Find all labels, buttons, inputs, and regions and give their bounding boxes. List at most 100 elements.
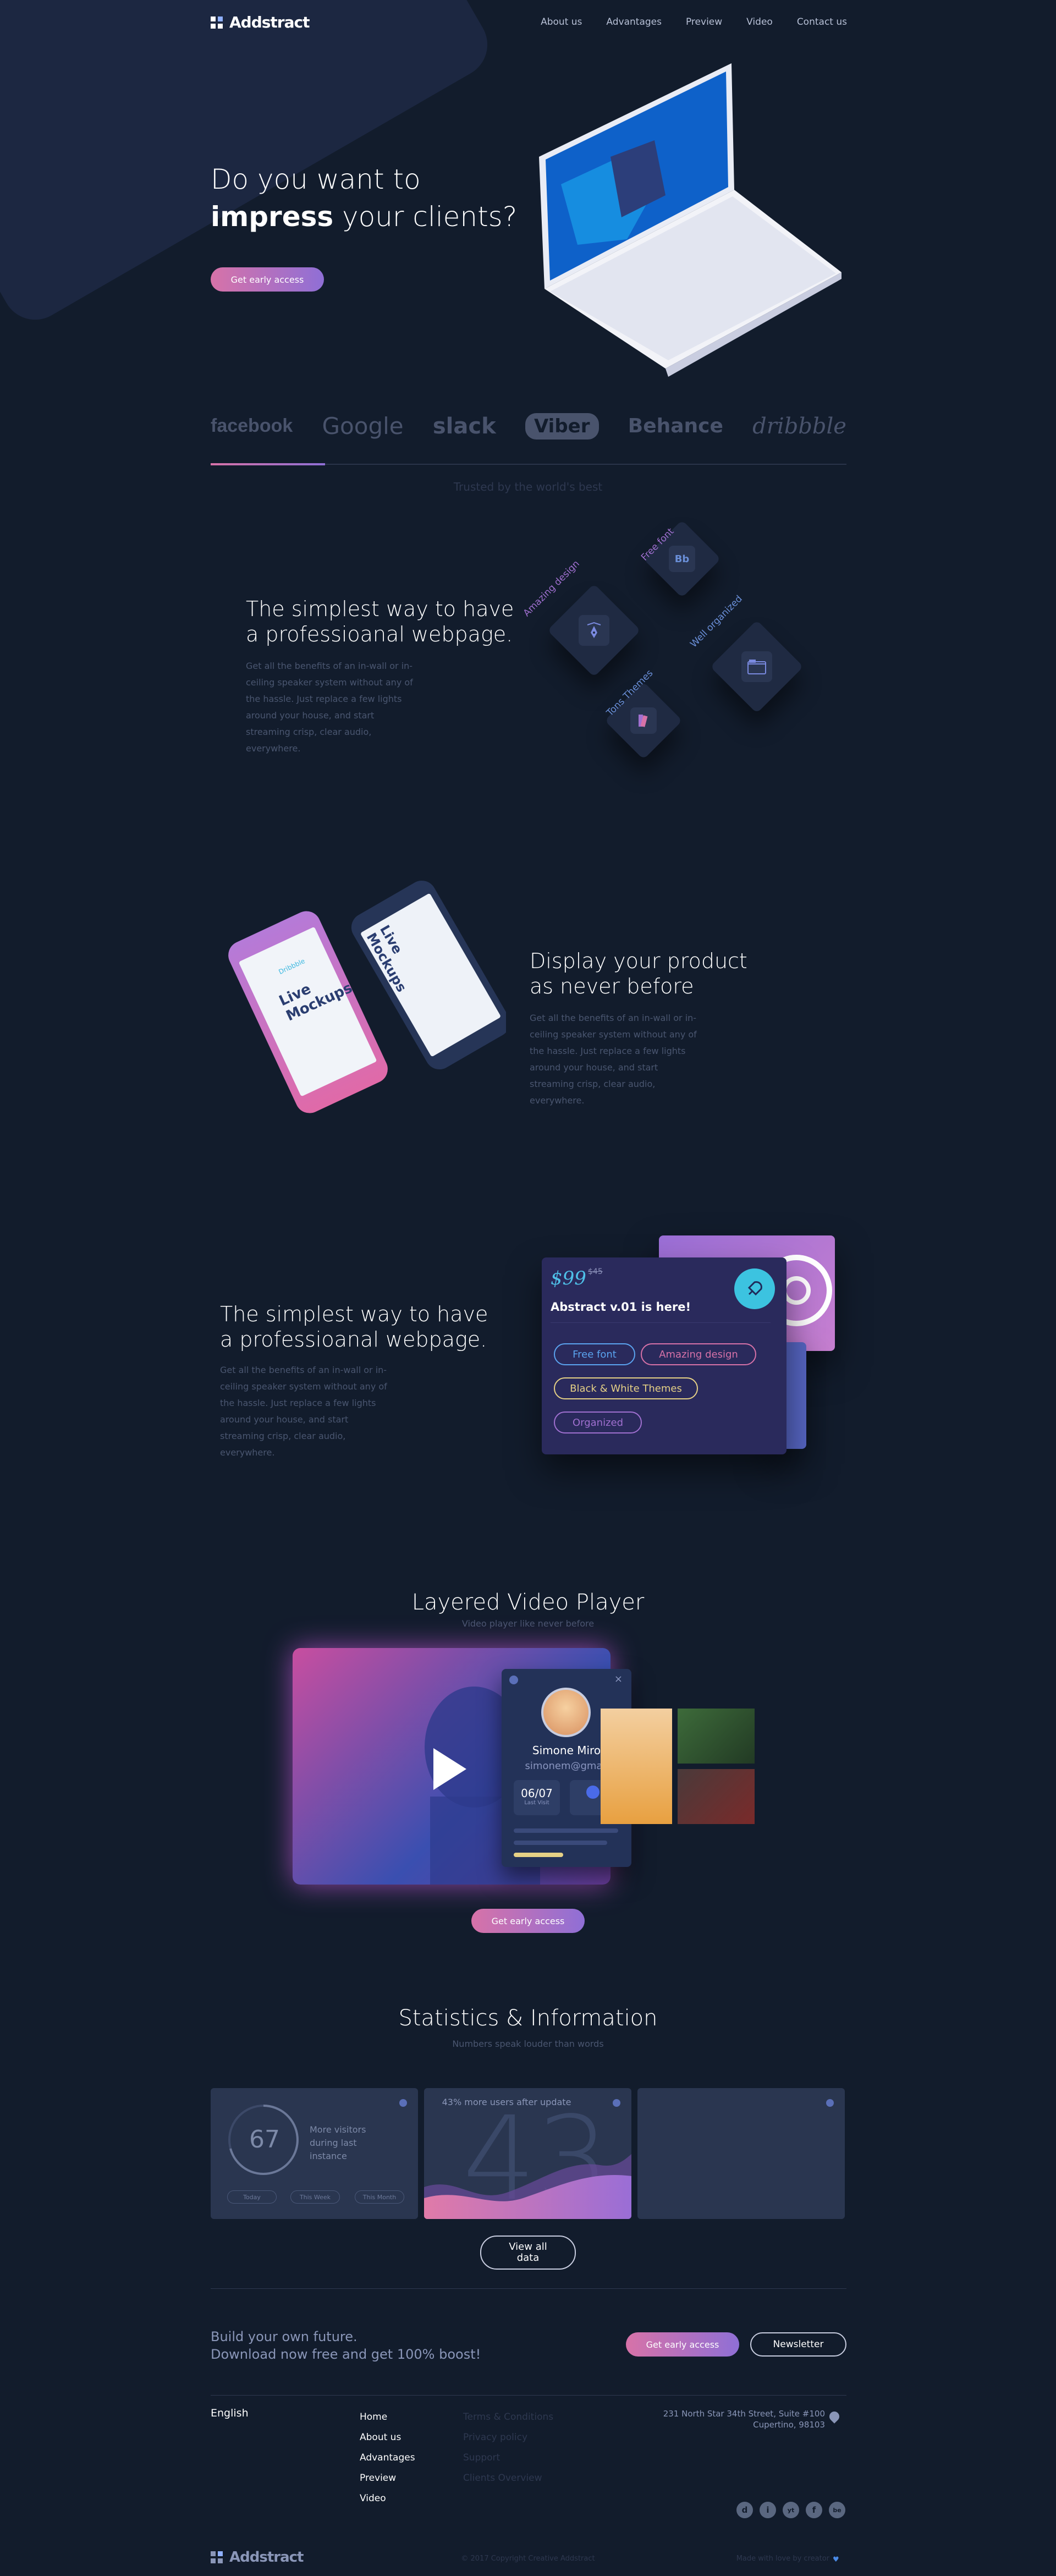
close-icon[interactable]: × [614,1673,623,1685]
users-wave-chart [424,2154,631,2219]
stat-card-dot [399,2099,407,2107]
language-selector[interactable]: English [211,2407,249,2419]
diamond-free-font: Bb [643,520,721,598]
phones-illustration [228,880,506,1113]
footer-link-video[interactable]: Video [360,2489,415,2509]
view-all-data-label: View all data [509,2241,547,2264]
facebook-icon[interactable]: f [806,2502,822,2518]
feature1-title: The simplest way to have a professioanal… [246,597,514,646]
nav-video[interactable]: Video [746,17,773,28]
gallery-photo-1[interactable] [601,1709,672,1824]
video-cta-button[interactable]: Get early access [471,1909,585,1933]
activity-line-2 [514,1841,607,1845]
feature1-text: Get all the benefits of an in-wall or in… [246,661,413,754]
hero-title-line1: Do you want to [211,163,421,195]
logo-mark-icon [211,16,223,29]
address-line2: Cupertino, 98103 [753,2420,825,2430]
heart-icon: ♥ [833,2556,839,2564]
stat-card-empty [637,2088,845,2219]
panel-divider [551,1322,771,1323]
visitors-number: 67 [249,2125,280,2154]
brand-slack: slack [432,413,496,439]
footer-link-advantages[interactable]: Advantages [360,2448,415,2468]
footer-links: Home About us Advantages Preview Video [360,2407,415,2509]
chip-amazing-design[interactable]: Amazing design [641,1343,756,1365]
footer-link-about[interactable]: About us [360,2427,415,2448]
date-value: 06/07 [521,1787,553,1800]
nav-about[interactable]: About us [541,17,582,28]
hero-cta-button[interactable]: Get early access [211,267,324,292]
stat-card-visitors: 67 More visitors during last instance To… [211,2088,418,2219]
nav-preview[interactable]: Preview [686,17,722,28]
footer-link-privacy[interactable]: Privacy policy [463,2427,553,2448]
play-icon[interactable] [433,1748,466,1790]
footer-link-support[interactable]: Support [463,2448,553,2468]
video-subtitle: Video player like never before [461,1618,595,1629]
video-title: Layered Video Player [411,1590,645,1615]
activity-line-1 [514,1828,618,1833]
tag-this-week[interactable]: This Week [290,2190,340,2204]
stat-card-users: 43% more users after update 43 [424,2088,631,2219]
hero-title-line2: impress your clients? [211,198,517,235]
newsletter-button[interactable]: Newsletter [750,2332,846,2357]
feature2-text: Get all the benefits of an in-wall or in… [530,1013,697,1106]
swatch-icon [630,707,657,734]
cta-text: Build your own future. Download now free… [211,2328,481,2363]
trusted-caption: Trusted by the world's best [453,480,603,493]
visitors-text: More visitors during last instance [310,2124,366,2161]
cta-get-access-button[interactable]: Get early access [626,2332,739,2357]
stats-title: Statistics & Information [398,2006,658,2031]
folder-icon [741,651,772,682]
hero-title-bold: impress [211,201,334,233]
address-line1: 231 North Star 34th Street, Suite #100 [663,2409,825,2419]
activity-line-3 [514,1853,563,1857]
logo[interactable]: Addstract [211,13,310,31]
brand-facebook: facebook [211,415,293,436]
panel-title: Abstract v.01 is here! [551,1300,691,1314]
tag-today[interactable]: Today [227,2190,277,2204]
youtube-icon[interactable]: yt [783,2502,799,2518]
main-nav: About us Advantages Preview Video Contac… [541,17,847,28]
brand-dribbble: dribbble [752,413,846,439]
price: $99 [551,1267,586,1289]
chip-free-font[interactable]: Free font [554,1343,635,1365]
pen-tool-icon [579,615,609,646]
behance-icon[interactable]: be [829,2502,845,2518]
footer-address: 231 North Star 34th Street, Suite #100 C… [663,2408,825,2430]
logo-text: Addstract [229,13,310,31]
cta-divider-top [211,2288,846,2289]
price-old: $45 [588,1267,603,1276]
nav-contact[interactable]: Contact us [797,17,847,28]
hero-title-rest: your clients? [333,201,518,233]
cta-line2: Download now free and get 100% boost! [211,2347,481,2362]
rocket-icon[interactable] [734,1268,775,1309]
brand-logos: facebook Google slack Viber Behance drib… [211,413,846,440]
gallery-photo-2[interactable] [678,1709,755,1764]
diamond-amazing-design [547,584,641,677]
gallery-photo-3[interactable] [678,1769,755,1824]
location-pin-icon [827,2409,842,2424]
view-all-data-button[interactable]: View all data [480,2236,576,2270]
brand-viber: Viber [525,413,599,440]
cta-divider-bottom [211,2395,846,2396]
footer-link-clients[interactable]: Clients Overview [463,2468,553,2489]
footer-link-preview[interactable]: Preview [360,2468,415,2489]
date-box: 06/07 Last Visit [514,1780,560,1815]
chip-black-white-themes[interactable]: Black & White Themes [554,1377,698,1399]
brand-behance: Behance [628,415,723,437]
instagram-icon[interactable]: i [760,2502,776,2518]
product-panel: $99 $45 Abstract v.01 is here! Free font… [542,1257,787,1454]
made-with-love: Made with love by creator [736,2555,829,2563]
feature3-title: The simplest way to have a professioanal… [220,1302,488,1352]
chip-organized[interactable]: Organized [554,1411,642,1433]
footer-link-terms[interactable]: Terms & Conditions [463,2407,553,2427]
feature2-title: Display your product as never before [530,949,747,998]
tag-this-month[interactable]: This Month [355,2190,404,2204]
footer-link-home[interactable]: Home [360,2407,415,2427]
copyright: © 2017 Copyright Creative Addstract [461,2555,595,2563]
dribbble-icon[interactable]: d [736,2502,753,2518]
stat-card-dot [826,2099,834,2107]
brand-google: Google [322,413,404,440]
nav-advantages[interactable]: Advantages [606,17,662,28]
diamond-well-organized [710,620,804,713]
